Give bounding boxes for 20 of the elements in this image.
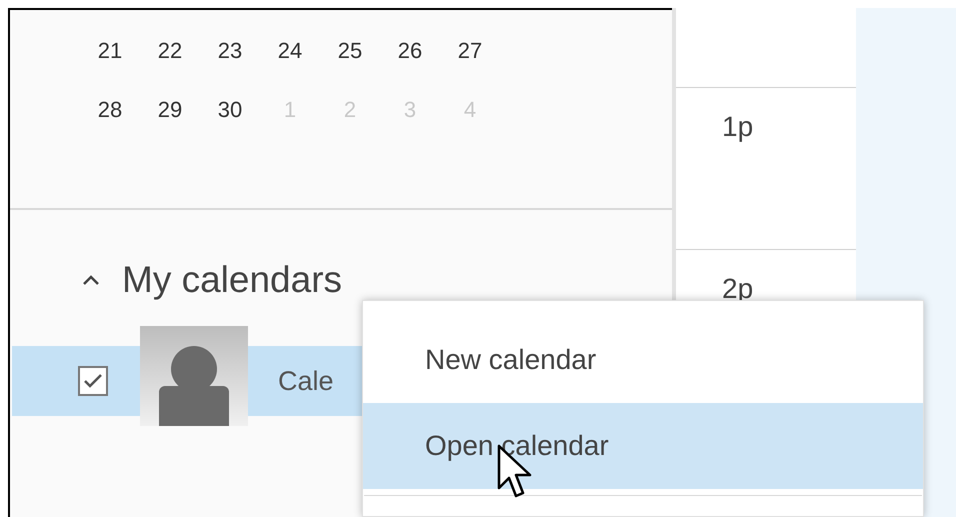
calendar-day[interactable]: 22 [140, 34, 200, 67]
section-title: My calendars [122, 258, 342, 302]
calendar-day[interactable]: 28 [80, 93, 140, 126]
checkbox[interactable] [78, 366, 108, 396]
calendar-day[interactable]: 25 [320, 34, 380, 67]
calendar-day[interactable]: 21 [80, 34, 140, 67]
calendar-name: Cale [278, 364, 334, 398]
menu-item[interactable]: New calendar [363, 317, 923, 403]
calendar-day[interactable]: 24 [260, 34, 320, 67]
avatar-silhouette-icon [140, 326, 248, 426]
calendar-day[interactable]: 26 [380, 34, 440, 67]
menu-item[interactable]: Open calendar [363, 403, 923, 489]
checkmark-icon [83, 373, 103, 389]
calendar-day[interactable]: 29 [140, 93, 200, 126]
time-label: 1p [722, 111, 754, 142]
calendar-day[interactable]: 27 [440, 34, 500, 67]
collapse-caret-icon[interactable] [82, 274, 100, 286]
calendar-day[interactable]: 30 [200, 93, 260, 126]
calendar-day[interactable]: 23 [200, 34, 260, 67]
time-label: 2p [722, 273, 754, 304]
